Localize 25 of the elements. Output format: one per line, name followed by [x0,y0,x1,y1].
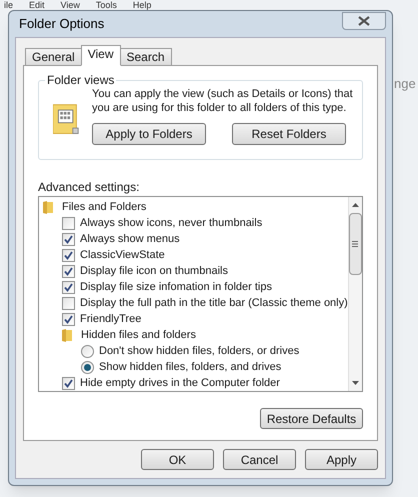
radio-label[interactable]: Show hidden files, folders, and drives [99,358,282,376]
description-text: You can apply the view (such as Details or Icons) that you are using for this folder to all folders of this type. [92,87,354,115]
background-text: nge [394,75,416,93]
window-title: Folder Options [18,15,104,34]
folder-button[interactable]: Reset Folders [232,123,346,145]
checkbox-label[interactable]: FriendlyTree [80,310,142,328]
restore-defaults-button[interactable]: Restore Defaults [260,408,363,429]
tab[interactable]: Search [120,48,172,66]
advanced-settings-label: Advanced settings: [38,180,140,194]
checkbox-label[interactable]: Display the full path in the title bar (Classic theme only) [80,294,348,312]
tab[interactable]: View [80,45,120,66]
checkbox-label[interactable]: Display file size infomation in folder tips [80,278,272,296]
radio-label[interactable]: Don't show hidden files, folders, or drives [99,342,300,360]
checkbox-label[interactable]: ClassicViewState [80,246,165,264]
checkbox-label[interactable]: Always show menus [80,230,180,248]
dialog-button[interactable]: Apply [305,449,378,470]
checkbox-label[interactable]: Hide empty drives in the Computer folder [80,374,280,392]
dialog-button[interactable]: OK [141,449,214,470]
tab[interactable]: General [25,48,82,66]
tree-item[interactable]: Hidden files and folders [81,326,196,344]
checkbox-label[interactable]: Display file icon on thumbnails [80,262,228,280]
folder-button[interactable]: Apply to Folders [92,123,206,145]
dialog-button[interactable]: Cancel [223,449,296,470]
checkbox-label[interactable]: Always show icons, never thumbnails [80,214,262,232]
tree-item[interactable]: Files and Folders [62,198,146,216]
